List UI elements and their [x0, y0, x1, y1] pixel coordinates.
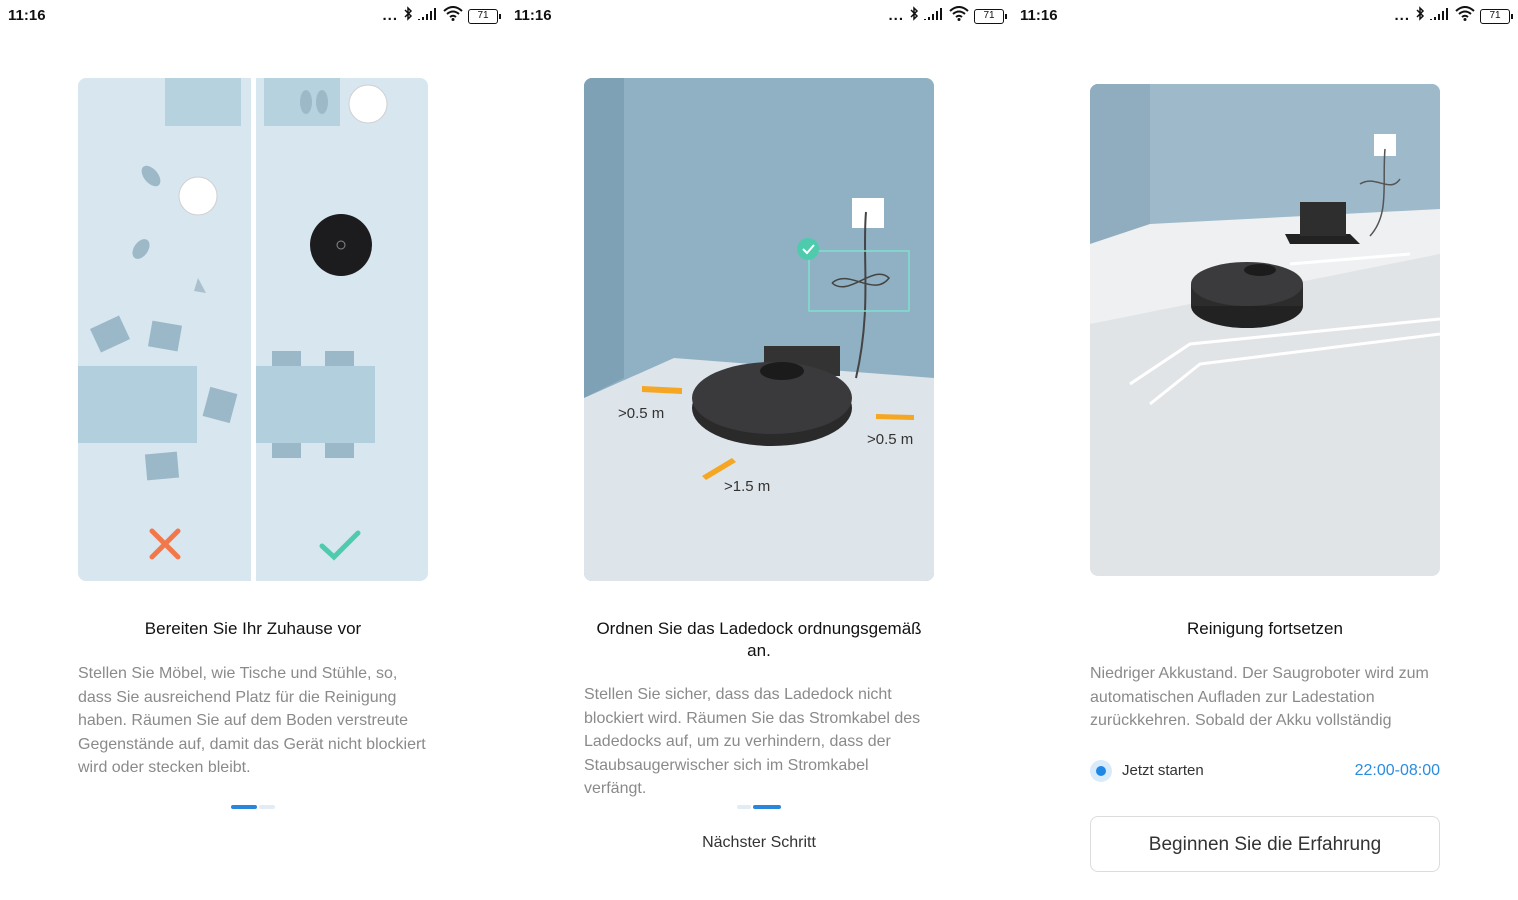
bluetooth-icon: [403, 6, 413, 26]
page-description: Stellen Sie sicher, dass das Ladedock ni…: [584, 686, 921, 797]
wrong-cross-icon: [148, 527, 182, 566]
signal-icon: [924, 7, 944, 26]
screen-prepare-home: 11:16 ... 71 Bereiten Sie Ihr Zuhause vo…: [0, 0, 506, 900]
page-indicator-active: [753, 805, 781, 809]
wifi-icon: [1455, 6, 1475, 26]
page-title: Ordnen Sie das Ladedock ordnungsgemäß an…: [596, 619, 922, 660]
bluetooth-icon: [909, 6, 919, 26]
signal-icon: [1430, 7, 1450, 26]
page-description: Stellen Sie Möbel, wie Tische und Stühle…: [78, 665, 426, 776]
page-title: Reinigung fortsetzen: [1187, 619, 1343, 638]
notification-dots-icon: ...: [888, 7, 904, 24]
page-title: Bereiten Sie Ihr Zuhause vor: [144, 619, 362, 638]
page-indicator-active: [231, 805, 257, 809]
start-now-radio[interactable]: [1090, 760, 1112, 782]
status-icons: ... 71: [382, 6, 501, 26]
status-time: 11:16: [1020, 7, 1058, 24]
notification-dots-icon: ...: [1394, 7, 1410, 24]
distance-label-right: >0.5 m: [867, 431, 914, 448]
battery-icon: 71: [468, 8, 501, 24]
page-indicator: [231, 805, 275, 809]
next-step-button[interactable]: Nächster Schritt: [506, 834, 1012, 852]
status-bar: 11:16 ... 71: [506, 0, 1012, 32]
signal-icon: [418, 7, 438, 26]
distance-label-front: >1.5 m: [724, 478, 771, 495]
start-now-option[interactable]: Jetzt starten 22:00-08:00: [1090, 758, 1440, 784]
begin-experience-button[interactable]: Beginnen Sie die Erfahrung: [1090, 816, 1440, 872]
screen-resume-cleaning: 11:16 ... 71 Reinigung fortsetzen Niedri…: [1012, 0, 1518, 900]
status-time: 11:16: [8, 7, 46, 24]
arrange-dock-illustration: >0.5 m >0.5 m >1.5 m: [584, 78, 934, 581]
page-indicator: [737, 805, 781, 809]
status-bar: 11:16 ... 71: [1012, 0, 1518, 32]
time-range-link[interactable]: 22:00-08:00: [1355, 762, 1440, 780]
start-now-label: Jetzt starten: [1122, 762, 1204, 779]
wifi-icon: [949, 6, 969, 26]
status-icons: ... 71: [1394, 6, 1513, 26]
page-description: Niedriger Akkustand. Der Saugroboter wir…: [1090, 665, 1429, 729]
wifi-icon: [443, 6, 463, 26]
battery-icon: 71: [974, 8, 1007, 24]
screen-arrange-dock: 11:16 ... 71 >0.5 m >0.5 m >1.5 m Ordnen…: [506, 0, 1012, 900]
battery-icon: 71: [1480, 8, 1513, 24]
distance-label-left: >0.5 m: [618, 405, 665, 422]
status-bar: 11:16 ... 71: [0, 0, 506, 32]
notification-dots-icon: ...: [382, 7, 398, 24]
resume-cleaning-illustration: [1090, 84, 1440, 576]
correct-check-icon: [318, 528, 362, 567]
prepare-home-illustration: [78, 78, 428, 581]
page-indicator-inactive: [259, 805, 275, 809]
bluetooth-icon: [1415, 6, 1425, 26]
page-indicator-inactive: [737, 805, 751, 809]
status-time: 11:16: [514, 7, 552, 24]
status-icons: ... 71: [888, 6, 1007, 26]
